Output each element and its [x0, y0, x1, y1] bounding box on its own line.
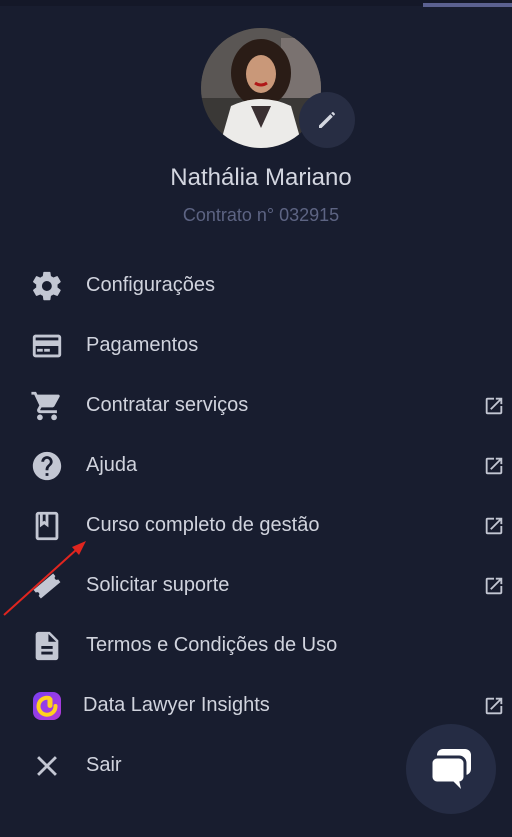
profile-avatar-area — [201, 28, 361, 150]
menu-item-configuracoes[interactable]: Configurações — [0, 260, 512, 310]
credit-card-icon — [30, 329, 64, 363]
edit-avatar-button[interactable] — [299, 92, 355, 148]
book-icon — [30, 509, 64, 543]
menu-item-pagamentos[interactable]: Pagamentos — [0, 320, 512, 370]
contract-number: Contrato n° 032915 — [182, 205, 340, 225]
menu-item-data-lawyer-insights[interactable]: Data Lawyer Insights — [0, 680, 512, 730]
pencil-icon — [319, 112, 335, 128]
menu-label-termos: Termos e Condições de Uso — [86, 634, 338, 656]
user-name: Nathália Mariano — [170, 164, 352, 191]
gear-icon — [30, 269, 64, 303]
menu-label-solicitar-suporte: Solicitar suporte — [86, 574, 230, 596]
external-link-icon — [483, 575, 505, 597]
insights-logo-icon — [30, 689, 64, 723]
menu-item-termos[interactable]: Termos e Condições de Uso — [0, 620, 512, 670]
chat-bubbles-icon — [429, 749, 471, 789]
menu-label-data-lawyer-insights: Data Lawyer Insights — [83, 694, 270, 716]
ticket-icon — [30, 569, 64, 603]
menu-label-curso-completo: Curso completo de gestão — [86, 514, 320, 536]
menu-item-solicitar-suporte[interactable]: Solicitar suporte — [0, 560, 512, 610]
close-icon — [30, 749, 64, 783]
help-icon — [30, 449, 64, 483]
document-icon — [30, 629, 64, 663]
external-link-icon — [483, 695, 505, 717]
external-link-icon — [483, 455, 505, 477]
external-link-icon — [483, 395, 505, 417]
chat-button[interactable] — [406, 724, 496, 814]
menu-item-contratar-servicos[interactable]: Contratar serviços — [0, 380, 512, 430]
side-menu: Nathália Mariano Contrato n° 032915 Conf… — [0, 0, 512, 837]
top-tab-indicator — [423, 3, 512, 7]
cart-icon — [30, 389, 64, 423]
menu-label-sair: Sair — [86, 754, 122, 776]
menu-label-contratar-servicos: Contratar serviços — [86, 394, 249, 416]
menu-label-ajuda: Ajuda — [86, 454, 138, 476]
external-link-icon — [483, 515, 505, 537]
menu-item-ajuda[interactable]: Ajuda — [0, 440, 512, 490]
menu-label-pagamentos: Pagamentos — [86, 334, 199, 356]
menu-label-configuracoes: Configurações — [86, 274, 215, 296]
menu-item-curso-completo[interactable]: Curso completo de gestão — [0, 500, 512, 550]
